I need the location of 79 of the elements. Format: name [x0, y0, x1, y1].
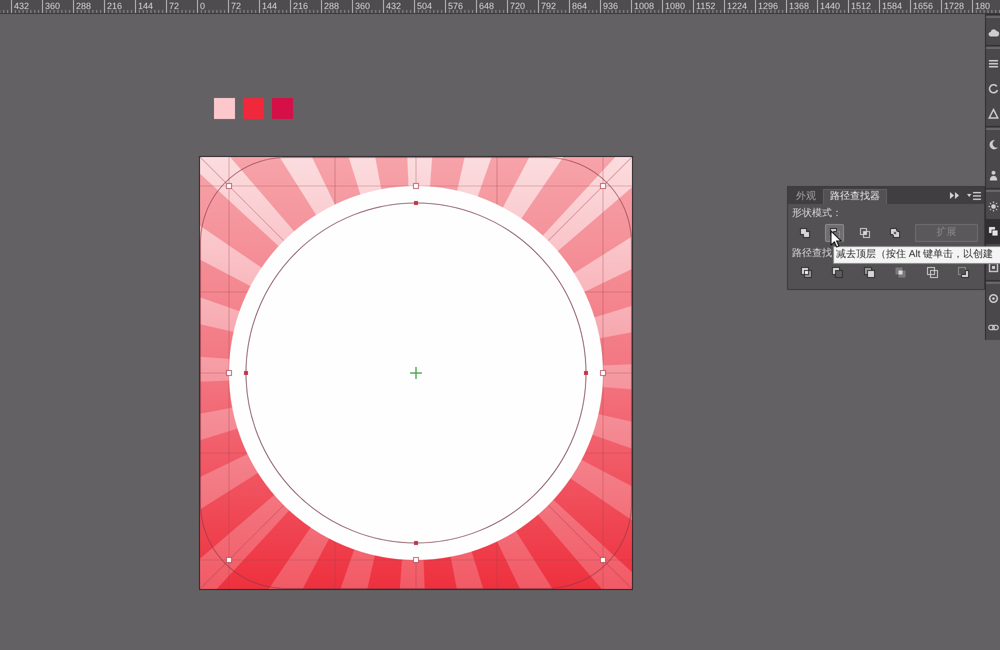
selection-handle[interactable]: [413, 557, 419, 563]
pathfinder-button[interactable]: [830, 264, 846, 280]
selection-handle[interactable]: [226, 557, 232, 563]
selection-handle[interactable]: [600, 370, 606, 376]
ruler-label: 1008: [634, 1, 654, 12]
dock-button[interactable]: [986, 219, 1000, 244]
menu-icon[interactable]: [967, 192, 981, 200]
anchor-point: [584, 371, 588, 375]
arc-icon: [988, 83, 998, 94]
overlapping-squares-icon: [894, 266, 907, 279]
ruler-label: 0: [200, 1, 206, 12]
ruler-label: 792: [541, 1, 556, 12]
mouse-pointer-icon: [830, 230, 842, 248]
lines-icon: [988, 58, 998, 69]
overlapping-squares-icon: [831, 266, 844, 279]
crosshair-icon: [410, 367, 422, 379]
crescent-icon: [988, 139, 998, 150]
selection-handle[interactable]: [413, 183, 419, 189]
ruler-label: 144: [138, 1, 154, 12]
ruler-label: 360: [45, 1, 60, 12]
triangle-icon: [988, 108, 998, 119]
ruler-label: 648: [479, 1, 494, 12]
overlapping-squares-icon: [988, 226, 998, 237]
pathfinder-button[interactable]: [861, 264, 877, 280]
ruler-label: 180: [975, 1, 990, 12]
sun-icon: [988, 201, 998, 212]
ruler-label: 576: [448, 1, 464, 12]
pathfinder-button[interactable]: [798, 264, 814, 280]
pathfinder-button[interactable]: [892, 264, 908, 280]
ruler-label: 720: [510, 1, 526, 12]
ruler-label: 1080: [665, 1, 686, 12]
anchor-point: [414, 541, 418, 545]
ruler-label: 1296: [758, 1, 778, 12]
link-icon: [988, 322, 998, 333]
overlapping-squares-icon: [858, 227, 870, 239]
section-label: 路径查找: [792, 247, 832, 260]
ruler-label: 288: [324, 1, 340, 12]
ruler-label: 216: [107, 1, 122, 12]
overlapping-squares-icon: [862, 266, 876, 279]
ruler-label: 1728: [944, 1, 964, 12]
pathfinder-button[interactable]: [956, 264, 972, 280]
cloud-icon: [988, 27, 998, 38]
overlapping-squares-icon: [888, 227, 900, 239]
selection-handle[interactable]: [226, 370, 232, 376]
double-arrow-icon[interactable]: [950, 192, 959, 199]
tooltip: 减去顶层（按住 Alt 键单击，以创建: [833, 246, 1000, 264]
ruler-label: 360: [355, 1, 370, 12]
selection-handle[interactable]: [226, 183, 232, 189]
panel-tab[interactable]: 外观: [789, 189, 823, 204]
section-label: 形状模式：: [792, 207, 842, 220]
ruler-label: 1152: [696, 1, 716, 12]
ruler-label: 1224: [727, 1, 748, 12]
overlapping-squares-icon: [926, 266, 938, 279]
anchor-point: [414, 201, 418, 205]
overlapping-squares-icon: [800, 266, 812, 279]
ruler-label: 144: [262, 1, 278, 12]
ruler-label: 288: [76, 1, 92, 12]
ruler-label: 864: [572, 1, 588, 12]
overlapping-squares-icon: [798, 227, 810, 239]
panel-tab[interactable]: 路径查找器: [823, 189, 887, 204]
ruler-label: 1656: [913, 1, 934, 12]
square-icon: [988, 262, 998, 273]
overlapping-squares-icon: [957, 266, 970, 279]
ruler-label: 72: [231, 1, 242, 12]
ring-icon: [988, 293, 998, 304]
ruler-label: 216: [293, 1, 308, 12]
ruler-label: 1512: [851, 1, 872, 12]
ruler-label: 432: [386, 1, 402, 12]
person-icon: [988, 170, 998, 181]
ruler-label: 936: [603, 1, 618, 12]
ruler-label: 504: [417, 1, 432, 12]
ruler-label: 1368: [789, 1, 810, 12]
ruler-label: 432: [14, 1, 30, 12]
selection-handle[interactable]: [600, 557, 606, 563]
ruler-label: 1440: [820, 1, 840, 12]
anchor-point: [244, 371, 248, 375]
ruler-label: 1584: [882, 1, 902, 12]
selection-handle[interactable]: [600, 183, 606, 189]
ruler-label: 72: [169, 1, 180, 12]
